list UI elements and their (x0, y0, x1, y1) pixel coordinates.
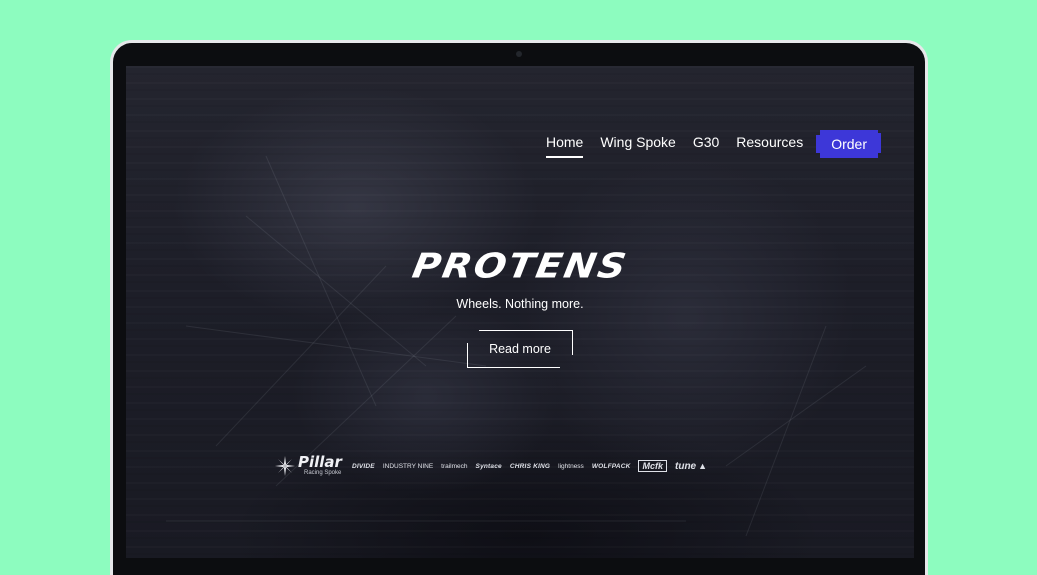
nav-item-home[interactable]: Home (545, 132, 584, 158)
laptop-bezel: Home Wing Spoke G30 Resources Order PROT… (113, 43, 925, 575)
brand-logo[interactable]: PROTENS (409, 246, 630, 286)
page: Home Wing Spoke G30 Resources Order PROT… (0, 0, 1037, 575)
read-more-label: Read more (489, 342, 551, 356)
read-more-button[interactable]: Read more (467, 330, 573, 368)
pillar-subtitle: Racing Spoke (304, 470, 342, 476)
sponsor-lightness: lightness (558, 462, 584, 470)
pillar-burst-icon (275, 456, 295, 476)
sponsor-industry-nine: INDUSTRY NINE (382, 462, 434, 470)
hero-tagline: Wheels. Nothing more. (456, 297, 584, 311)
sponsor-logos: Pillar Racing Spoke DIVIDE INDUSTRY NINE… (274, 452, 715, 480)
order-button[interactable]: Order (816, 130, 881, 158)
pillar-wordmark: Pillar Racing Spoke (298, 455, 342, 477)
nav-item-g30[interactable]: G30 (693, 132, 719, 156)
website-screen: Home Wing Spoke G30 Resources Order PROT… (126, 66, 914, 558)
sponsor-wolfpack: WOLFPACK (591, 462, 631, 470)
hero-section: PROTENS Wheels. Nothing more. Read more (126, 246, 914, 373)
button-frame-top (479, 330, 573, 331)
button-frame-bottom (467, 367, 560, 368)
sponsor-mcfk: Mcfk (638, 460, 667, 472)
nav-item-wing-spoke[interactable]: Wing Spoke (600, 132, 675, 156)
sponsor-syntace: Syntace (475, 462, 502, 470)
laptop-frame: Home Wing Spoke G30 Resources Order PROT… (110, 40, 928, 575)
sponsor-chris-king: CHRIS KING (509, 462, 551, 470)
sponsor-trailmech: trailmech (441, 462, 468, 470)
tune-wordmark: tune (675, 460, 697, 472)
nav-item-resources[interactable]: Resources (736, 132, 803, 156)
main-navigation: Home Wing Spoke G30 Resources Order (529, 130, 881, 158)
sponsor-pillar: Pillar Racing Spoke (274, 455, 342, 477)
tree-icon: ▲ (698, 461, 708, 471)
sponsor-tune: tune ▲ (675, 461, 707, 472)
sponsor-divide: DIVIDE (351, 462, 375, 470)
pillar-name: Pillar (298, 453, 342, 471)
camera-icon (516, 51, 522, 57)
